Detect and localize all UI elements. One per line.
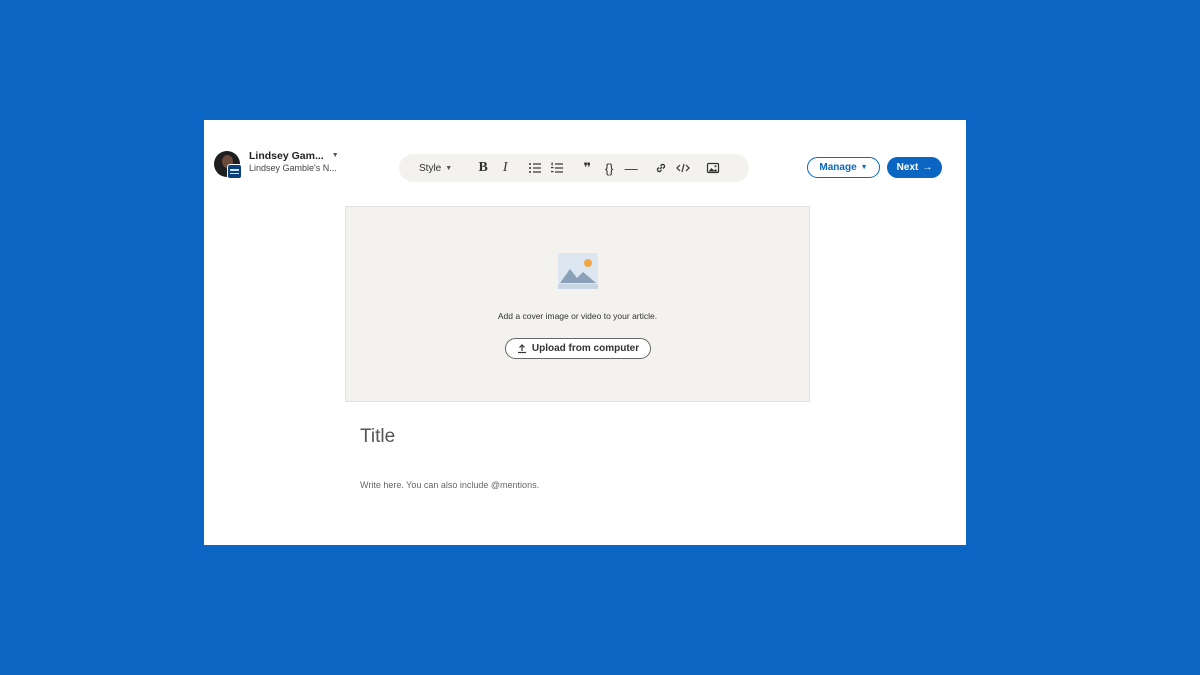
style-label: Style bbox=[419, 162, 442, 174]
bulleted-list-icon bbox=[529, 163, 542, 173]
image-icon bbox=[707, 162, 720, 174]
numbered-list-icon bbox=[551, 162, 564, 173]
numbered-list-button[interactable] bbox=[546, 157, 568, 179]
next-label: Next bbox=[896, 162, 919, 173]
upload-icon bbox=[517, 343, 526, 353]
author-name: Lindsey Gam... bbox=[249, 150, 324, 162]
embed-button[interactable] bbox=[672, 157, 694, 179]
code-block-button[interactable]: {} bbox=[598, 157, 620, 179]
chevron-down-icon: ▼ bbox=[860, 164, 868, 171]
article-body-input[interactable]: Write here. You can also include @mentio… bbox=[360, 480, 539, 490]
arrow-right-icon: → bbox=[922, 162, 933, 173]
avatar bbox=[214, 150, 242, 180]
italic-button[interactable]: I bbox=[494, 157, 516, 179]
formatting-toolbar: Style ▼ B I ❞ {} — bbox=[399, 154, 749, 182]
divider-button[interactable]: — bbox=[620, 157, 642, 179]
chevron-down-icon: ▼ bbox=[445, 164, 453, 172]
article-editor-window: Lindsey Gam... ▼ Lindsey Gamble's N... S… bbox=[204, 120, 966, 545]
link-button[interactable] bbox=[650, 157, 672, 179]
upload-label: Upload from computer bbox=[531, 343, 640, 354]
author-selector[interactable]: Lindsey Gam... ▼ Lindsey Gamble's N... bbox=[214, 150, 354, 184]
newsletter-icon bbox=[227, 164, 242, 179]
newsletter-name: Lindsey Gamble's N... bbox=[249, 163, 337, 173]
upload-from-computer-button[interactable]: Upload from computer bbox=[505, 338, 651, 359]
editor-header: Lindsey Gam... ▼ Lindsey Gamble's N... S… bbox=[204, 120, 966, 212]
landscape-image-icon bbox=[558, 253, 598, 289]
title-input[interactable]: Title bbox=[360, 426, 395, 448]
next-button[interactable]: Next → bbox=[887, 157, 942, 178]
bold-button[interactable]: B bbox=[472, 157, 494, 179]
cover-image-dropzone[interactable]: Add a cover image or video to your artic… bbox=[345, 206, 810, 402]
manage-label: Manage bbox=[819, 162, 857, 173]
author-info: Lindsey Gam... ▼ Lindsey Gamble's N... bbox=[249, 150, 339, 174]
code-icon bbox=[676, 163, 691, 173]
insert-image-button[interactable] bbox=[702, 157, 724, 179]
style-dropdown[interactable]: Style ▼ bbox=[419, 163, 452, 174]
chevron-down-icon[interactable]: ▼ bbox=[332, 150, 339, 162]
manage-button[interactable]: Manage ▼ bbox=[807, 157, 880, 178]
bulleted-list-button[interactable] bbox=[524, 157, 546, 179]
quote-button[interactable]: ❞ bbox=[576, 157, 598, 179]
cover-prompt: Add a cover image or video to your artic… bbox=[497, 311, 658, 321]
link-icon bbox=[656, 163, 666, 173]
